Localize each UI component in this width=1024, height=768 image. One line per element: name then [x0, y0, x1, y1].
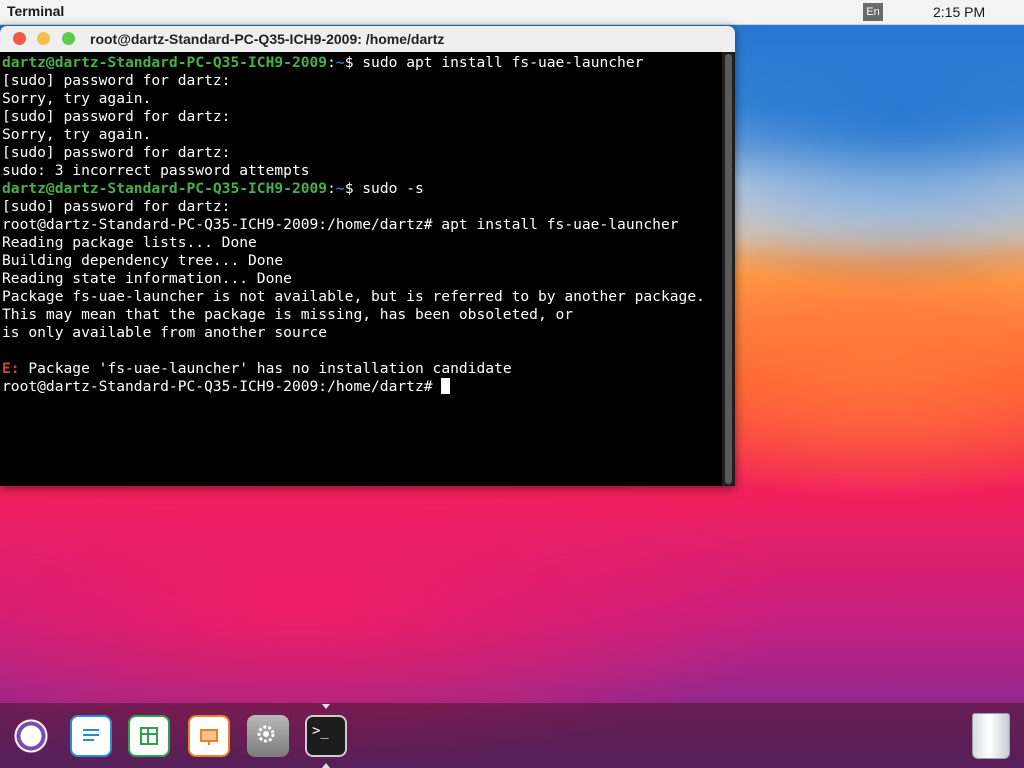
terminal-line: E: Package 'fs-uae-launcher' has no inst…: [2, 360, 722, 378]
terminal-line: Sorry, try again.: [2, 126, 722, 144]
output-text: Reading package lists... Done: [2, 234, 257, 251]
terminal-line: Sorry, try again.: [2, 90, 722, 108]
output-text: [sudo] password for dartz:: [2, 198, 231, 215]
terminal-scrollbar[interactable]: [722, 52, 735, 486]
prompt-path: ~: [335, 180, 345, 197]
prompt-user: dartz@dartz-Standard-PC-Q35-ICH9-2009: [2, 54, 328, 71]
libreoffice-calc-icon[interactable]: [128, 715, 170, 757]
prompt-path: ~: [335, 54, 345, 71]
output-text: Building dependency tree... Done: [2, 252, 284, 269]
maximize-window-button[interactable]: [62, 32, 75, 45]
terminal-output[interactable]: dartz@dartz-Standard-PC-Q35-ICH9-2009:~$…: [0, 52, 722, 486]
terminal-line: is only available from another source: [2, 324, 722, 342]
active-app-title[interactable]: Terminal: [7, 3, 64, 19]
dock: >_: [0, 703, 1024, 768]
terminal-line: Reading package lists... Done: [2, 234, 722, 252]
output-text: [sudo] password for dartz:: [2, 144, 231, 161]
terminal-line: Package fs-uae-launcher is not available…: [2, 288, 722, 306]
show-applications-icon[interactable]: [10, 715, 52, 757]
output-text: Reading state information... Done: [2, 270, 292, 287]
text-cursor: [441, 378, 451, 394]
output-text: Sorry, try again.: [2, 126, 152, 143]
output-text: is only available from another source: [2, 324, 328, 341]
output-text: [sudo] password for dartz:: [2, 72, 231, 89]
terminal-line: Building dependency tree... Done: [2, 252, 722, 270]
output-text: root@dartz-Standard-PC-Q35-ICH9-2009:/ho…: [2, 216, 679, 233]
output-text: [sudo] password for dartz:: [2, 108, 231, 125]
terminal-line: sudo: 3 incorrect password attempts: [2, 162, 722, 180]
running-indicator-top: [322, 704, 330, 709]
terminal-window[interactable]: root@dartz-Standard-PC-Q35-ICH9-2009: /h…: [0, 26, 735, 486]
output-text: Package fs-uae-launcher is not available…: [2, 288, 705, 305]
error-prefix: E:: [2, 360, 20, 377]
scrollbar-thumb[interactable]: [725, 54, 732, 484]
close-window-button[interactable]: [13, 32, 26, 45]
keyboard-layout-indicator[interactable]: En: [863, 3, 883, 21]
terminal-line: root@dartz-Standard-PC-Q35-ICH9-2009:/ho…: [2, 378, 722, 396]
terminal-line: root@dartz-Standard-PC-Q35-ICH9-2009:/ho…: [2, 216, 722, 234]
output-text: Sorry, try again.: [2, 90, 152, 107]
terminal-line: This may mean that the package is missin…: [2, 306, 722, 324]
prompt-user: dartz@dartz-Standard-PC-Q35-ICH9-2009: [2, 180, 328, 197]
terminal-line: [sudo] password for dartz:: [2, 198, 722, 216]
terminal-line: dartz@dartz-Standard-PC-Q35-ICH9-2009:~$…: [2, 180, 424, 197]
terminal-line: dartz@dartz-Standard-PC-Q35-ICH9-2009:~$…: [2, 54, 644, 71]
terminal-app-icon[interactable]: >_: [305, 715, 347, 757]
settings-icon[interactable]: [247, 715, 289, 757]
terminal-line: [sudo] password for dartz:: [2, 72, 722, 90]
window-title: root@dartz-Standard-PC-Q35-ICH9-2009: /h…: [90, 31, 445, 47]
trash-icon[interactable]: [972, 713, 1010, 759]
clock[interactable]: 2:15 PM: [933, 4, 985, 20]
top-panel: Terminal En 2:15 PM: [0, 0, 1024, 25]
libreoffice-writer-icon[interactable]: [70, 715, 112, 757]
current-prompt: root@dartz-Standard-PC-Q35-ICH9-2009:/ho…: [2, 378, 442, 395]
terminal-glyph: >_: [312, 723, 329, 739]
terminal-line: [sudo] password for dartz:: [2, 144, 722, 162]
output-text: Package 'fs-uae-launcher' has no install…: [19, 360, 512, 377]
command-text: $ sudo -s: [344, 180, 424, 197]
terminal-titlebar[interactable]: root@dartz-Standard-PC-Q35-ICH9-2009: /h…: [0, 26, 735, 52]
running-indicator-bottom: [322, 763, 330, 768]
terminal-line: [sudo] password for dartz:: [2, 108, 722, 126]
command-text: $ sudo apt install fs-uae-launcher: [344, 54, 644, 71]
output-text: This may mean that the package is missin…: [2, 306, 574, 323]
terminal-line: Reading state information... Done: [2, 270, 722, 288]
minimize-window-button[interactable]: [37, 32, 50, 45]
output-text: sudo: 3 incorrect password attempts: [2, 162, 310, 179]
libreoffice-impress-icon[interactable]: [188, 715, 230, 757]
